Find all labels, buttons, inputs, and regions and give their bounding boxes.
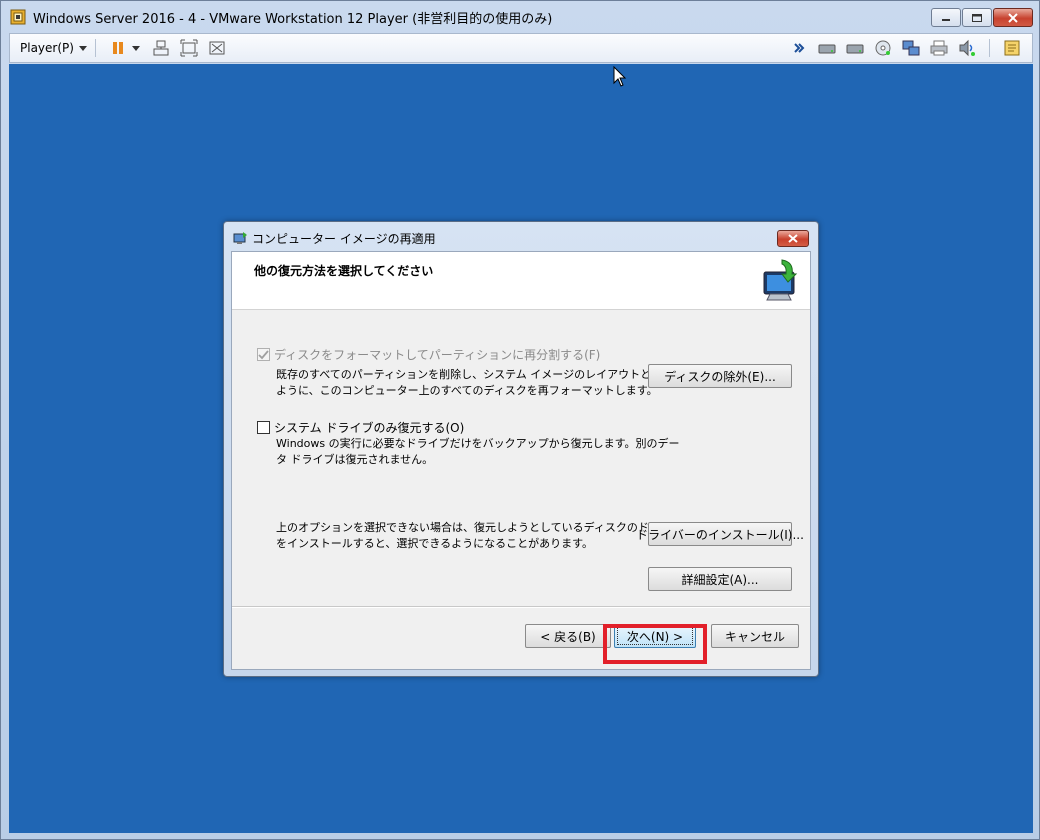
system-drive-option-label: システム ドライブのみ復元する(O)	[274, 421, 465, 435]
minimize-icon	[942, 18, 950, 21]
back-button[interactable]: < 戻る(B)	[525, 624, 611, 648]
driver-note-line: 上のオプションを選択できない場合は、復元しようとしているディスクのドライバー	[276, 521, 693, 534]
reimage-dialog: コンピューター イメージの再適用 他の復元方法を選択してください ディスクをフォ…	[223, 221, 819, 677]
printer-button[interactable]	[928, 37, 950, 59]
driver-note-line: をインストールすると、選択できるようになることがあります。	[276, 537, 594, 550]
checkmark-icon	[258, 350, 269, 360]
close-icon	[1008, 12, 1018, 23]
cd-dvd-button[interactable]	[872, 37, 894, 59]
close-icon	[788, 234, 798, 243]
window-title: Windows Server 2016 - 4 - VMware Worksta…	[33, 11, 553, 27]
network-icon	[902, 40, 920, 56]
unity-button[interactable]	[206, 37, 228, 59]
vm-display[interactable]: コンピューター イメージの再適用 他の復元方法を選択してください ディスクをフォ…	[9, 64, 1033, 833]
message-log-icon	[1004, 40, 1020, 56]
send-ctrl-alt-del-button[interactable]	[150, 37, 172, 59]
more-icon	[794, 43, 805, 53]
driver-note: 上のオプションを選択できない場合は、復元しようとしているディスクのドライバー を…	[276, 520, 693, 552]
sound-button[interactable]	[956, 37, 978, 59]
maximize-button[interactable]	[962, 8, 992, 27]
hard-disk-icon	[818, 44, 836, 54]
format-description-line: 既存のすべてのパーティションを削除し、システム イメージのレイアウトと一致する	[276, 368, 696, 381]
hard-disk-button[interactable]	[816, 37, 838, 59]
dialog-titlebar: コンピューター イメージの再適用	[232, 230, 436, 247]
format-checkbox	[257, 348, 270, 361]
pause-icon	[112, 42, 123, 54]
network-button[interactable]	[900, 37, 922, 59]
dialog-content: 他の復元方法を選択してください ディスクをフォーマットしてパーティションに再分割…	[231, 251, 811, 670]
dialog-close-button[interactable]	[777, 230, 809, 247]
advanced-button[interactable]: 詳細設定(A)...	[648, 567, 792, 591]
format-option-label: ディスクをフォーマットしてパーティションに再分割する(F)	[274, 348, 601, 362]
next-button-highlight	[603, 624, 707, 664]
chevron-down-icon	[78, 45, 87, 51]
dialog-header: 他の復元方法を選択してください	[232, 252, 810, 310]
send-ctrl-alt-del-icon	[153, 40, 169, 56]
window-controls	[931, 8, 1033, 27]
device-icons	[785, 37, 1026, 59]
player-toolbar: Player(P)	[9, 33, 1033, 63]
install-driver-button[interactable]: ドライバーのインストール(I)...	[636, 522, 804, 546]
format-option: ディスクをフォーマットしてパーティションに再分割する(F)	[257, 346, 600, 363]
window-titlebar[interactable]: Windows Server 2016 - 4 - VMware Worksta…	[1, 1, 1039, 33]
page-heading: 他の復元方法を選択してください	[254, 264, 434, 278]
minimize-button[interactable]	[931, 8, 961, 27]
system-drive-option[interactable]: システム ドライブのみ復元する(O)	[257, 419, 464, 436]
mouse-cursor-icon	[613, 66, 627, 87]
vmware-app-icon	[9, 9, 27, 25]
sound-icon	[959, 39, 975, 57]
footer-divider-highlight	[232, 607, 810, 608]
cancel-button[interactable]: キャンセル	[711, 624, 799, 648]
system-drive-checkbox[interactable]	[257, 421, 270, 434]
hard-disk-2-icon	[846, 44, 864, 54]
system-drive-description-line: Windows の実行に必要なドライブだけをバックアップから復元します。別のデー	[276, 437, 680, 450]
exclude-disks-button[interactable]: ディスクの除外(E)...	[648, 364, 792, 388]
dialog-title: コンピューター イメージの再適用	[252, 232, 436, 246]
fullscreen-button[interactable]	[178, 37, 200, 59]
toolbar-separator	[94, 39, 96, 57]
message-log-button[interactable]	[1001, 37, 1023, 59]
player-menu[interactable]: Player(P)	[20, 41, 87, 55]
computer-restore-icon	[763, 259, 798, 301]
fullscreen-icon	[180, 39, 198, 57]
maximize-icon	[972, 13, 982, 22]
more-devices-button[interactable]	[788, 37, 810, 59]
format-description-line: ように、このコンピューター上のすべてのディスクを再フォーマットします。	[276, 384, 658, 397]
toolbar-separator	[989, 39, 990, 57]
printer-icon	[930, 40, 948, 56]
player-menu-label: Player(P)	[20, 41, 74, 55]
format-option-description: 既存のすべてのパーティションを削除し、システム イメージのレイアウトと一致する …	[276, 367, 695, 399]
chevron-down-icon[interactable]	[131, 45, 140, 51]
unity-icon	[209, 41, 225, 55]
cd-dvd-icon	[875, 40, 891, 56]
hard-disk-2-button[interactable]	[844, 37, 866, 59]
vmware-player-window: Windows Server 2016 - 4 - VMware Worksta…	[0, 0, 1040, 840]
pause-button[interactable]	[107, 37, 129, 59]
computer-image-icon	[233, 231, 247, 244]
system-drive-description-line: タ ドライブは復元されません。	[276, 453, 434, 466]
close-button[interactable]	[993, 8, 1033, 27]
system-drive-description: Windows の実行に必要なドライブだけをバックアップから復元します。別のデー…	[276, 436, 680, 468]
